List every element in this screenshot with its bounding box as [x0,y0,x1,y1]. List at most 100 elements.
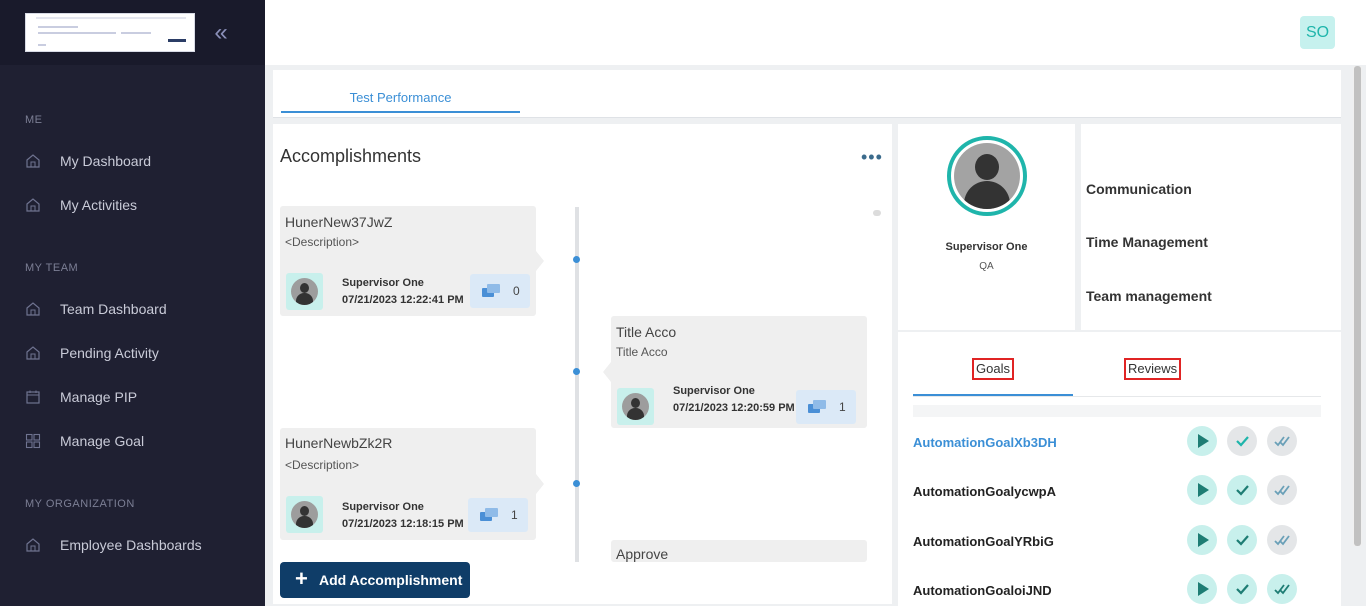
timeline-dot [573,480,580,487]
accomplishment-author: Supervisor One [342,277,424,289]
sidebar-item-label: Team Dashboard [60,301,167,317]
check-icon[interactable] [1227,475,1257,505]
profile-role: QA [979,261,994,272]
accomplishment-description: Title Acco [616,345,668,359]
profile-panel: Supervisor One QA [898,124,1075,330]
card-pointer [603,362,611,382]
tab-reviews[interactable]: Reviews [1124,358,1182,380]
competency-item: Time Management [1086,234,1208,250]
accomplishment-author: Supervisor One [673,385,755,397]
active-tab-underline [913,394,1073,396]
accomplishment-title: Approve [616,546,669,562]
card-pointer [536,251,544,271]
page-scrollbar-thumb[interactable] [1354,66,1361,546]
competency-item: Team management [1086,288,1212,304]
goals-panel: Goals Reviews AutomationGoalXb3DH Automa… [898,332,1341,606]
play-icon[interactable] [1187,574,1217,604]
plus-icon: + [295,566,308,591]
accomplishment-date: 07/21/2023 12:22:41 PM [342,294,464,306]
comments-count: 1 [839,400,846,414]
calendar-icon [26,390,40,404]
home-icon [26,346,40,360]
avatar [286,273,323,310]
section-label-me: ME [25,114,43,126]
timeline-dot [573,256,580,263]
sidebar-item-my-activities[interactable]: My Activities [0,187,265,223]
sidebar-item-employee-dashboards[interactable]: Employee Dashboards [0,527,265,563]
accomplishment-card[interactable]: Approve [611,540,867,562]
home-icon [26,154,40,168]
sidebar-item-label: Employee Dashboards [60,537,202,553]
accomplishments-scrollbar[interactable] [873,210,881,216]
accomplishment-description: <Description> [285,235,360,249]
double-check-icon[interactable] [1267,574,1297,604]
goal-row: AutomationGoalYRbiG [913,521,1313,561]
play-icon[interactable] [1187,525,1217,555]
goal-name-link[interactable]: AutomationGoalycwpA [913,484,1056,499]
sidebar-header: « [0,0,265,65]
competency-item: Communication [1086,181,1192,197]
double-check-icon[interactable] [1267,475,1297,505]
goal-row: AutomationGoaloiJND [913,570,1313,606]
avatar [947,136,1027,216]
add-accomplishment-label: Add Accomplishment [319,572,463,588]
accomplishment-card[interactable]: Title Acco Title Acco Supervisor One 07/… [611,316,867,428]
accomplishments-title: Accomplishments [280,146,422,166]
check-icon[interactable] [1227,426,1257,456]
goal-name-link[interactable]: AutomationGoalYRbiG [913,534,1054,549]
company-logo[interactable] [25,13,195,52]
top-header [265,0,1366,65]
check-icon[interactable] [1227,525,1257,555]
sidebar-item-team-dashboard[interactable]: Team Dashboard [0,291,265,327]
sidebar-item-my-dashboard[interactable]: My Dashboard [0,143,265,179]
accomplishment-title: HunerNew37JwZ [285,214,393,230]
user-avatar-button[interactable]: SO [1300,16,1335,49]
accomplishment-title: Title Acco [616,324,677,340]
double-check-icon[interactable] [1267,426,1297,456]
sidebar-item-manage-pip[interactable]: Manage PIP [0,379,265,415]
tab-test-performance[interactable]: Test Performance [281,70,520,113]
sidebar-item-label: Manage PIP [60,389,138,405]
goal-row: AutomationGoalXb3DH [913,422,1313,462]
play-icon[interactable] [1187,475,1217,505]
comments-count: 1 [511,508,518,522]
sidebar-item-label: Manage Goal [60,433,145,449]
home-icon [26,302,40,316]
goal-name-link[interactable]: AutomationGoaloiJND [913,583,1052,598]
grid-icon [25,433,41,449]
add-accomplishment-button[interactable]: + Add Accomplishment [280,562,470,598]
accomplishment-card[interactable]: HunerNew37JwZ <Description> Supervisor O… [280,206,536,316]
check-icon[interactable] [1227,574,1257,604]
profile-name: Supervisor One [945,241,1028,253]
tab-goals[interactable]: Goals [972,358,1014,380]
comments-icon [480,508,498,521]
avatar [617,388,654,425]
goals-header-band [913,405,1321,417]
sidebar-item-label: My Activities [60,197,138,213]
accomplishment-card[interactable]: HunerNewbZk2R <Description> Supervisor O… [280,428,536,540]
sidebar-item-manage-goal[interactable]: Manage Goal [0,423,265,459]
sidebar-item-label: Pending Activity [60,345,159,361]
comments-button[interactable]: 1 [796,390,856,424]
double-check-icon[interactable] [1267,525,1297,555]
section-label-my-team: MY TEAM [25,262,79,274]
comments-button[interactable]: 0 [470,274,530,308]
accomplishments-panel: Accomplishments ••• HunerNew37JwZ <Descr… [273,124,892,604]
play-icon[interactable] [1187,426,1217,456]
home-icon [26,538,40,552]
home-icon [26,198,40,212]
comments-icon [482,284,500,297]
competencies-panel: Communication Time Management Team manag… [1081,124,1341,330]
goal-name-link[interactable]: AutomationGoalXb3DH [913,435,1057,450]
comments-icon [808,400,826,413]
page-tabs: Test Performance [273,70,1341,118]
card-pointer [536,474,544,494]
comments-button[interactable]: 1 [468,498,528,532]
collapse-sidebar-button[interactable]: « [208,20,234,46]
sidebar-item-pending-activity[interactable]: Pending Activity [0,335,265,371]
accomplishment-title: HunerNewbZk2R [285,435,393,451]
timeline-dot [573,368,580,375]
accomplishment-date: 07/21/2023 12:20:59 PM [673,402,795,414]
more-options-icon[interactable]: ••• [861,148,883,166]
comments-count: 0 [513,284,520,298]
